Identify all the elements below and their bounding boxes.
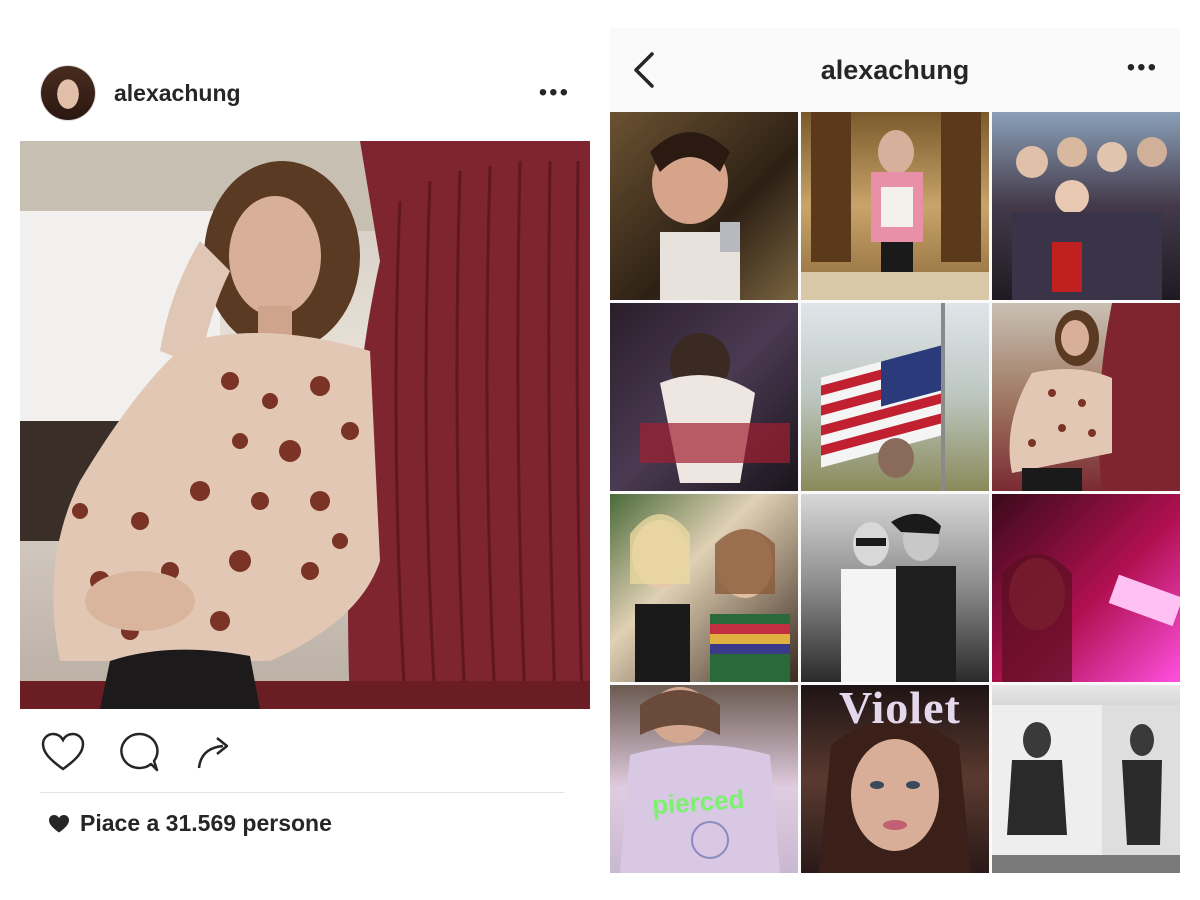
post-actions: [40, 730, 570, 774]
post-photo[interactable]: [20, 141, 590, 709]
grid-photo[interactable]: [610, 112, 798, 300]
profile-view: alexachung ••• pierced Violet: [610, 28, 1180, 873]
heart-icon: [41, 732, 85, 771]
likes-count[interactable]: Piace a 31.569 persone: [48, 810, 332, 837]
post-header: alexachung •••: [40, 65, 570, 121]
grid-photo[interactable]: Violet: [801, 685, 989, 873]
grid-photo[interactable]: [801, 494, 989, 682]
grid-photo[interactable]: [610, 494, 798, 682]
grid-photo[interactable]: [801, 303, 989, 491]
magazine-title: Violet: [839, 685, 961, 733]
grid-photo[interactable]: [992, 112, 1180, 300]
grid-photo[interactable]: pierced: [610, 685, 798, 873]
grid-photo[interactable]: [992, 494, 1180, 682]
comment-icon: [120, 732, 159, 772]
comment-button[interactable]: [116, 730, 162, 774]
share-arrow-icon: [197, 737, 229, 769]
post-photo-illustration: [20, 141, 590, 709]
back-chevron-icon[interactable]: [628, 50, 662, 90]
post-username[interactable]: alexachung: [114, 80, 241, 107]
like-button[interactable]: [40, 730, 86, 774]
grid-photo[interactable]: [610, 303, 798, 491]
share-button[interactable]: [192, 730, 238, 774]
heart-filled-icon: [49, 814, 69, 832]
divider: [40, 792, 564, 793]
grid-photo[interactable]: [801, 112, 989, 300]
more-options-icon[interactable]: •••: [539, 79, 570, 107]
profile-nav-bar: alexachung •••: [610, 28, 1180, 112]
more-options-icon[interactable]: •••: [1127, 54, 1158, 82]
profile-title: alexachung: [820, 54, 970, 85]
grid-photo[interactable]: [992, 303, 1180, 491]
grid-photo[interactable]: [992, 685, 1180, 873]
avatar[interactable]: [40, 65, 96, 121]
grid-photo-caption: pierced: [651, 783, 746, 821]
post-card: alexachung ••• Piace a 31.569 persone: [20, 40, 590, 860]
likes-text: Piace a 31.569 persone: [80, 810, 332, 836]
photo-grid: pierced Violet: [610, 112, 1180, 873]
